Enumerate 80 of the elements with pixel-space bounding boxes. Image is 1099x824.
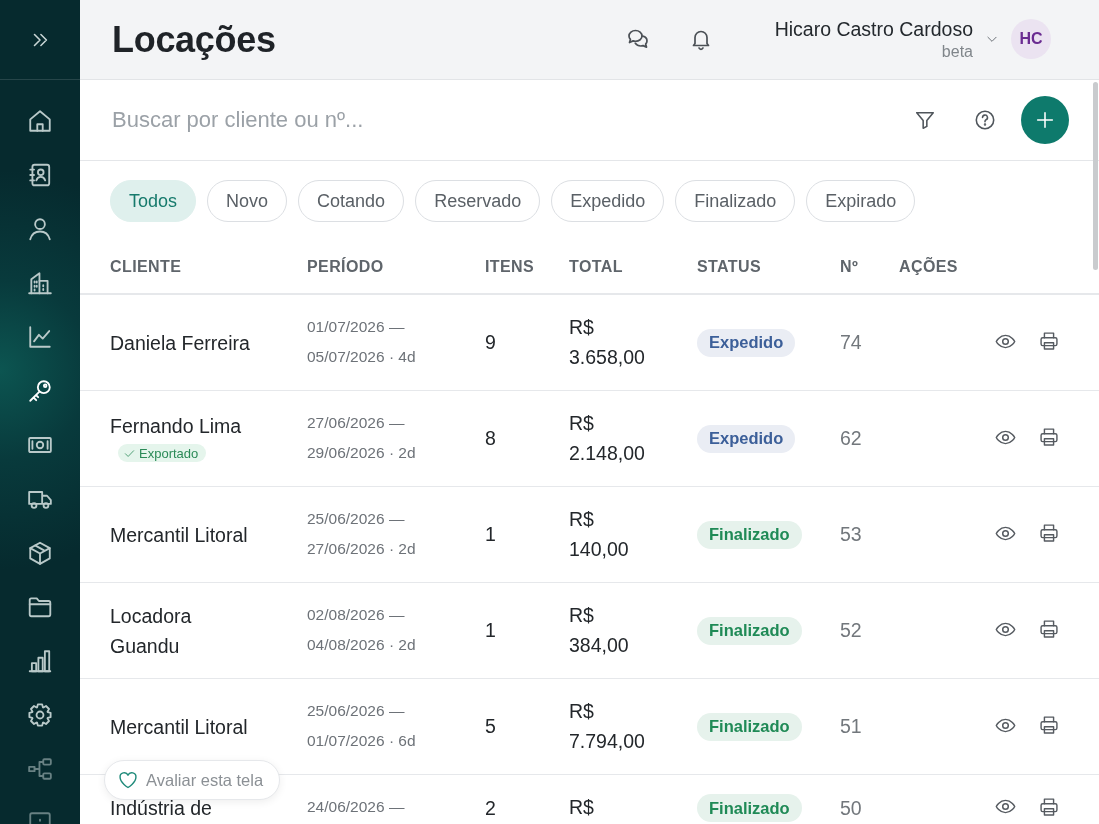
client-name: Daniela Ferreira xyxy=(110,330,251,356)
filter-chip[interactable]: Expedido xyxy=(551,180,665,222)
order-number: 50 xyxy=(840,796,862,820)
order-number: 51 xyxy=(840,713,862,739)
filter-chip[interactable]: Finalizado xyxy=(675,180,796,222)
box-icon[interactable] xyxy=(27,540,53,566)
printer-icon[interactable] xyxy=(1039,331,1059,351)
item-count: 9 xyxy=(485,329,496,355)
total-amount: R$ 384,00 xyxy=(569,603,629,658)
printer-icon[interactable] xyxy=(1039,796,1059,817)
hierarchy-icon[interactable] xyxy=(27,756,53,782)
filter-chip[interactable]: Cotando xyxy=(298,180,405,222)
item-count: 1 xyxy=(485,617,496,643)
status-badge: Finalizado xyxy=(697,616,802,645)
plus-icon xyxy=(1034,109,1056,131)
column-header: PERÍODO xyxy=(307,256,384,277)
client-name: Mercantil Litoral xyxy=(110,714,249,740)
column-header: TOTAL xyxy=(569,257,623,277)
status-badge: Expedido xyxy=(697,424,796,453)
status-badge: Expedido xyxy=(697,328,796,357)
buildings-icon[interactable] xyxy=(27,270,53,296)
printer-icon[interactable] xyxy=(1039,715,1059,735)
exported-label: Exportado xyxy=(139,444,199,463)
page-title: Locações xyxy=(112,19,276,60)
printer-icon[interactable] xyxy=(1039,619,1059,639)
filter-icon[interactable] xyxy=(914,109,936,131)
user-icon[interactable] xyxy=(27,216,53,242)
status-badge: Finalizado xyxy=(697,794,802,822)
check-icon xyxy=(124,447,135,459)
rental-period: 25/06/2026 — 01/07/2026 · 6d xyxy=(307,701,417,751)
user-name: Hicaro Castro Cardoso xyxy=(774,18,973,42)
total-amount: R$ xyxy=(569,795,594,820)
help-icon[interactable] xyxy=(974,109,996,131)
total-amount: R$ 7.794,00 xyxy=(569,699,645,754)
order-number: 52 xyxy=(840,617,862,643)
add-button[interactable] xyxy=(1021,96,1069,144)
folder-icon[interactable] xyxy=(27,594,53,620)
filter-chip[interactable]: Reservado xyxy=(415,180,541,222)
item-count: 8 xyxy=(485,425,496,451)
rental-period: 24/06/2026 — xyxy=(307,797,406,817)
total-amount: R$ 140,00 xyxy=(569,507,629,562)
column-header: ITENS xyxy=(485,257,535,277)
scrollbar-thumb[interactable] xyxy=(1093,82,1098,270)
filter-chip[interactable]: Expirado xyxy=(806,180,916,222)
line-chart-icon[interactable] xyxy=(27,324,53,350)
item-count: 5 xyxy=(485,713,496,739)
bar-chart-icon[interactable] xyxy=(27,648,53,674)
settings-icon[interactable] xyxy=(27,702,53,728)
filter-chip[interactable]: Novo xyxy=(207,180,288,222)
status-badge: Finalizado xyxy=(697,712,802,741)
client-name: Fernando Lima xyxy=(110,414,243,440)
user-avatar[interactable]: HC xyxy=(1011,19,1051,60)
order-number: 53 xyxy=(840,521,862,547)
column-header: CLIENTE xyxy=(110,257,182,277)
filter-chip[interactable]: Todos xyxy=(110,180,197,222)
rental-period: 25/06/2026 — 27/06/2026 · 2d xyxy=(307,509,417,559)
home-icon[interactable] xyxy=(27,108,53,134)
column-header: STATUS xyxy=(697,257,762,277)
contact-book-icon[interactable] xyxy=(27,162,53,188)
search-field[interactable]: Buscar por cliente ou nº... xyxy=(112,103,914,137)
column-header: AÇÕES xyxy=(899,256,958,277)
client-name: Locadora Guandu xyxy=(110,603,193,659)
item-count: 1 xyxy=(485,521,496,547)
rental-period: 27/06/2026 — 29/06/2026 · 2d xyxy=(307,413,417,463)
total-amount: R$ 3.658,00 xyxy=(569,315,645,370)
key-icon[interactable] xyxy=(27,378,53,404)
order-number: 74 xyxy=(840,329,862,355)
printer-icon[interactable] xyxy=(1039,427,1059,447)
item-count: 2 xyxy=(485,796,496,820)
heart-icon xyxy=(118,770,138,790)
rental-period: 02/08/2026 — 04/08/2026 · 2d xyxy=(307,605,417,655)
total-amount: R$ 2.148,00 xyxy=(569,411,645,466)
user-role: beta xyxy=(940,41,973,61)
order-number: 62 xyxy=(840,425,862,451)
client-name: Mercantil Litoral xyxy=(110,522,249,548)
status-badge: Finalizado xyxy=(697,520,802,549)
rental-period: 01/07/2026 — 05/07/2026 · 4d xyxy=(307,317,417,367)
rate-screen-button[interactable]: Avaliar esta tela xyxy=(104,760,281,800)
printer-icon[interactable] xyxy=(1039,523,1059,543)
column-header: Nº xyxy=(840,257,859,277)
